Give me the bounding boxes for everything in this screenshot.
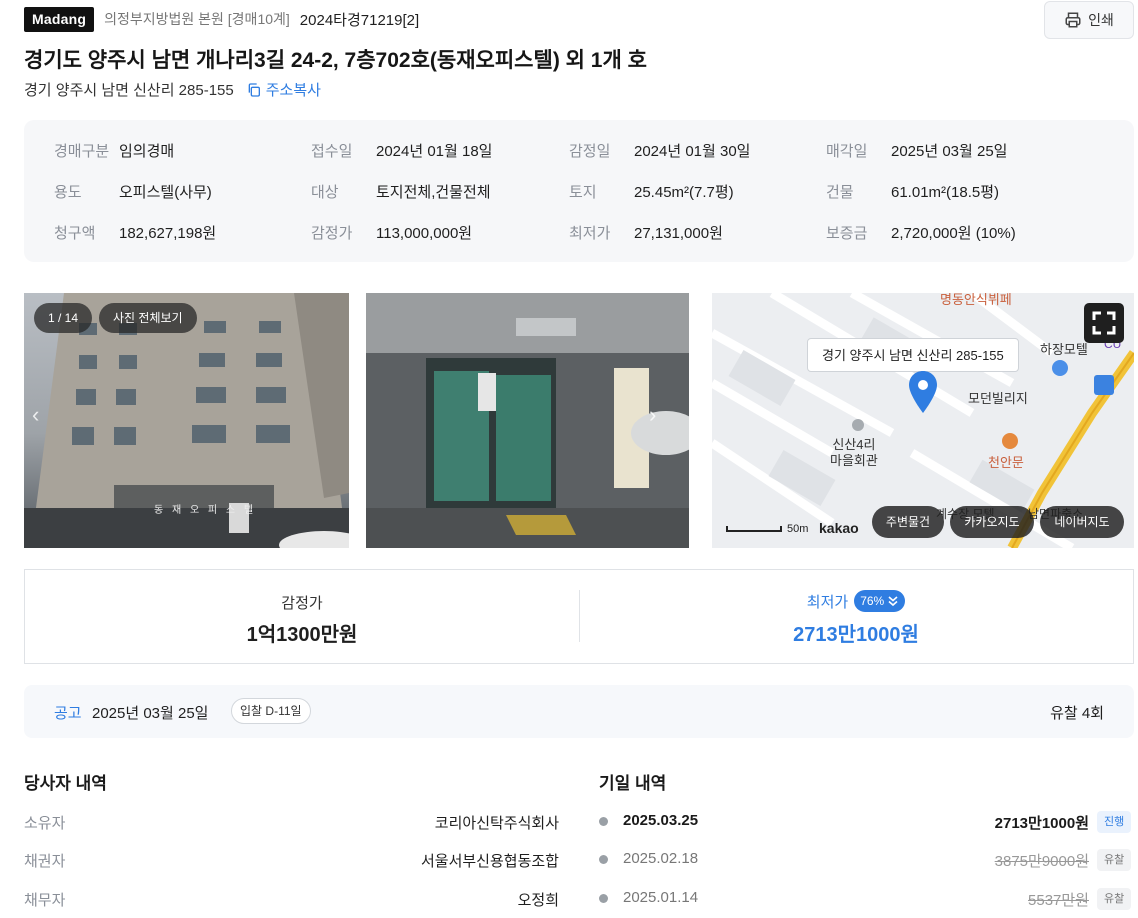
- court-name: 의정부지방법원 본원 [경매10계]: [104, 11, 290, 27]
- case-number: 2024타경71219[2]: [299, 11, 420, 29]
- brand-logo[interactable]: Madang: [24, 6, 95, 32]
- summary-minimum: 최저가 27,131,000원: [569, 225, 723, 242]
- minimum-label-row: 최저가 76%: [579, 590, 1133, 612]
- party-role-owner: 소유자: [24, 815, 66, 832]
- copy-address-label: 주소복사: [265, 82, 321, 99]
- photo-counter: 1 / 14: [34, 303, 93, 333]
- printer-icon: [1065, 12, 1081, 28]
- map-label-top-cafe: 명동안식뷔페: [940, 293, 1012, 307]
- kakao-map-button[interactable]: 카카오지도: [950, 506, 1034, 538]
- map-label-hall: 신산4리 마을회관: [830, 437, 878, 468]
- restaurant-marker-icon: [1002, 433, 1018, 449]
- summary-target: 대상 토지전체,건물전체: [311, 184, 491, 201]
- schedule-date-2: 2025.02.18: [623, 850, 699, 867]
- map-label-villa: 모던빌리지: [968, 391, 1028, 406]
- schedule-date-3: 2025.01.14: [623, 889, 699, 906]
- naver-map-button[interactable]: 네이버지도: [1040, 506, 1124, 538]
- hall-marker-icon: [852, 419, 864, 431]
- property-photo-entrance[interactable]: ›: [366, 293, 689, 548]
- summary-land: 토지 25.45m²(7.7평): [569, 184, 734, 201]
- schedule-price-2: 3875만9000원: [994, 853, 1089, 870]
- summary-panel: 경매구분 임의경매 접수일 2024년 01월 18일 감정일 2024년 01월 3…: [24, 120, 1134, 262]
- bus-stop-icon: [1094, 375, 1114, 395]
- notice-bar: 공고 2025년 03월 25일 입찰 D-11일 유찰 4회: [24, 685, 1134, 738]
- chevron-double-down-icon: [888, 596, 898, 607]
- appraisal-value: 1억1300만원: [246, 624, 358, 646]
- party-role-creditor: 채권자: [24, 853, 66, 870]
- nearby-items-button[interactable]: 주변물건: [872, 506, 944, 538]
- schedule-status-2: 유찰: [1097, 849, 1132, 871]
- schedule-dot: [599, 855, 608, 864]
- location-map[interactable]: 명동안식뷔페 하장모텔 CU 모던빌리지 신산4리 마을회관 천안문 계수장 모…: [712, 293, 1134, 548]
- address-tooltip: 경기 양주시 남면 신산리 285-155: [807, 338, 1019, 372]
- copy-address-button[interactable]: 주소복사: [246, 79, 321, 100]
- summary-usage: 용도 오피스텔(사무): [54, 184, 212, 201]
- map-label-motel: 하장모텔: [1040, 342, 1088, 357]
- map-provider-logo: kakao: [819, 520, 859, 536]
- party-name-debtor: 오정희: [517, 892, 559, 909]
- minimum-ratio-badge[interactable]: 76%: [854, 590, 906, 612]
- appraisal-label: 감정가: [281, 595, 323, 612]
- minimum-price-block: 최저가 76% 2713만1000원: [579, 570, 1133, 663]
- hotel-marker-icon: [1052, 360, 1068, 376]
- scale-label: 50m: [787, 523, 809, 535]
- fullscreen-button[interactable]: [1084, 303, 1124, 343]
- schedule-section-title: 기일 내역: [599, 774, 667, 793]
- notice-label: 공고: [54, 705, 82, 722]
- print-label: 인쇄: [1088, 12, 1114, 28]
- map-label-restaurant: 천안문: [988, 455, 1024, 470]
- summary-appraisal: 감정가 113,000,000원: [311, 225, 473, 242]
- appraisal-price-block: 감정가 1억1300만원: [25, 570, 579, 663]
- building-sign-text: 동 재 오 피 스 텔: [154, 505, 257, 516]
- minimum-value: 2713만1000원: [793, 624, 919, 646]
- print-button[interactable]: 인쇄: [1044, 1, 1134, 39]
- summary-appraisal-date: 감정일 2024년 01월 30일: [569, 143, 751, 160]
- summary-building: 건물 61.01m²(18.5평): [826, 184, 1000, 201]
- scale-bar: [726, 526, 782, 532]
- property-title: 경기도 양주시 남면 개나리3길 24-2, 7층702호(동재오피스텔) 외 …: [24, 49, 647, 72]
- bid-d-day-badge: 입찰 D-11일: [231, 698, 311, 724]
- schedule-date-1: 2025.03.25: [623, 812, 699, 829]
- schedule-dot: [599, 894, 608, 903]
- copy-icon: [248, 82, 260, 97]
- party-name-creditor: 서울서부신용협동조합: [420, 853, 559, 870]
- schedule-dot: [599, 817, 608, 826]
- schedule-price-3: 5537만원: [1028, 892, 1089, 909]
- address-row: 경기 양주시 남면 신산리 285-155 주소복사: [24, 79, 321, 100]
- party-role-debtor: 채무자: [24, 892, 66, 909]
- summary-sale-date: 매각일 2025년 03월 25일: [826, 143, 1008, 160]
- summary-received-date: 접수일 2024년 01월 18일: [311, 143, 493, 160]
- fail-count: 유찰 4회: [1050, 705, 1104, 722]
- summary-deposit: 보증금 2,720,000원 (10%): [826, 225, 1016, 242]
- party-name-owner: 코리아신탁주식회사: [434, 815, 559, 832]
- minimum-ratio-text: 76%: [860, 594, 885, 608]
- property-address: 경기 양주시 남면 신산리 285-155: [24, 82, 234, 99]
- view-all-photos-button[interactable]: 사진 전체보기: [99, 303, 197, 333]
- summary-auction-type: 경매구분 임의경매: [54, 143, 175, 160]
- location-pin-icon: [909, 371, 937, 413]
- summary-claim: 청구액 182,627,198원: [54, 225, 217, 242]
- minimum-label: 최저가: [806, 593, 849, 611]
- entrance-illustration: [366, 293, 689, 548]
- expand-icon: [1092, 311, 1116, 335]
- schedule-status-3: 유찰: [1097, 888, 1132, 910]
- schedule-status-1: 진행: [1097, 811, 1132, 833]
- schedule-price-1: 2713만1000원: [994, 815, 1089, 832]
- price-summary-panel: 감정가 1억1300만원 최저가 76% 2713만1000원: [24, 569, 1134, 664]
- top-bar: Madang 의정부지방법원 본원 [경매10계] 2024타경71219[2]: [24, 6, 419, 32]
- next-photo-arrow-icon[interactable]: ›: [649, 404, 663, 426]
- property-photo-exterior[interactable]: 동 재 오 피 스 텔 1 / 14 사진 전체보기 ‹: [24, 293, 349, 548]
- prev-photo-arrow-icon[interactable]: ‹: [32, 404, 46, 426]
- parties-section-title: 당사자 내역: [24, 774, 107, 793]
- notice-date: 2025년 03월 25일: [92, 705, 209, 722]
